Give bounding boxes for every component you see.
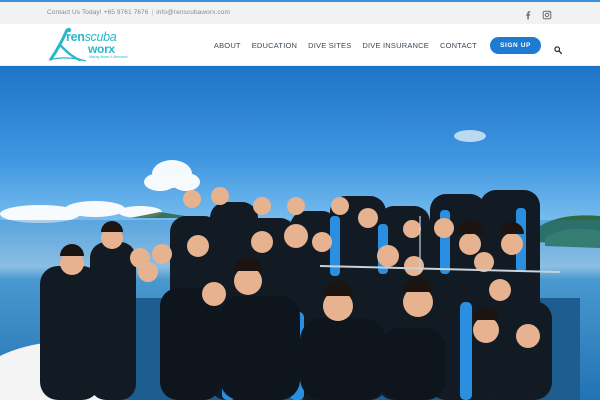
logo-text-ren: ren bbox=[66, 30, 85, 44]
hero-photo-illustration bbox=[0, 130, 600, 400]
sign-up-button[interactable]: SIGN UP bbox=[490, 36, 541, 54]
logo-text-worx: worx bbox=[88, 42, 115, 56]
nav-about[interactable]: ABOUT bbox=[214, 41, 241, 50]
contact-email[interactable]: info@renscubaworx.com bbox=[156, 9, 230, 16]
instagram-icon[interactable] bbox=[542, 7, 552, 20]
nav-contact[interactable]: CONTACT bbox=[440, 41, 477, 50]
social-links bbox=[523, 7, 552, 20]
contact-info: Contact Us Today! +65 9761 7676 | info@ren… bbox=[47, 9, 230, 16]
facebook-icon[interactable] bbox=[523, 7, 533, 20]
site-header: renscuba worx Making Waves & Memories AB… bbox=[0, 24, 600, 66]
nav-education[interactable]: EDUCATION bbox=[252, 41, 297, 50]
hero-image bbox=[0, 66, 600, 400]
top-bar: Contact Us Today! +65 9761 7676 | info@ren… bbox=[0, 0, 600, 24]
site-logo[interactable]: renscuba worx Making Waves & Memories bbox=[48, 27, 128, 63]
nav-dive-insurance[interactable]: DIVE INSURANCE bbox=[362, 41, 429, 50]
search-icon[interactable] bbox=[554, 41, 563, 55]
logo-tagline: Making Waves & Memories bbox=[89, 55, 128, 59]
nav-dive-sites[interactable]: DIVE SITES bbox=[308, 41, 351, 50]
contact-phone: Contact Us Today! +65 9761 7676 bbox=[47, 9, 149, 16]
main-nav: ABOUT EDUCATION DIVE SITES DIVE INSURANC… bbox=[203, 24, 563, 66]
